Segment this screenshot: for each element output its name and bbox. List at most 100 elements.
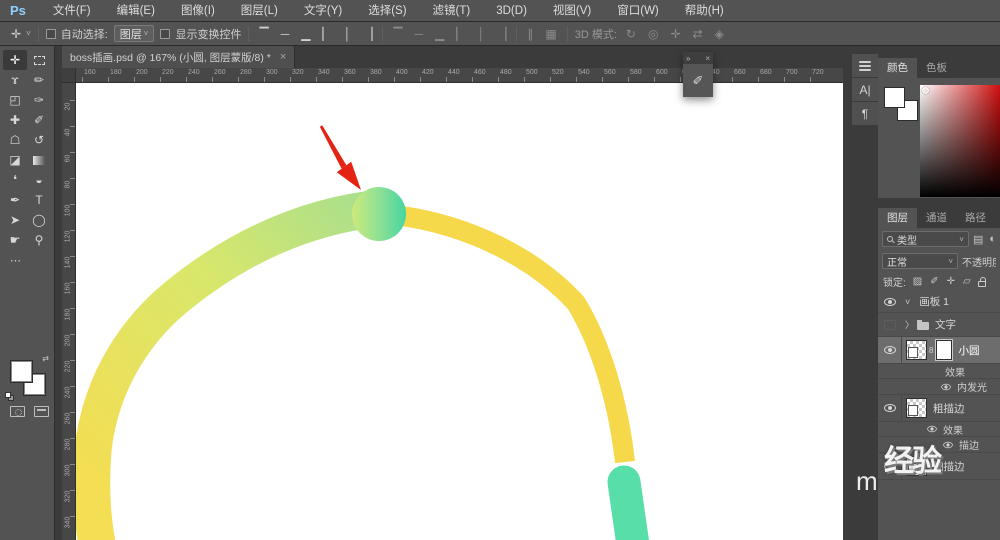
floating-panel[interactable]: » × ✐: [683, 52, 713, 97]
screen-mode-button[interactable]: [34, 406, 49, 417]
distribute-spacing-icon[interactable]: ∥: [524, 27, 536, 41]
lock-image-pixels-icon[interactable]: ✐: [930, 276, 938, 287]
brush-tool-icon[interactable]: ✐: [27, 110, 51, 130]
distribute-horizontal-centers-icon[interactable]: │: [475, 27, 489, 41]
default-colors-icon[interactable]: [5, 392, 15, 402]
close-icon[interactable]: ×: [705, 54, 710, 63]
align-vertical-centers-icon[interactable]: ─: [278, 27, 293, 41]
layers-tab-路径[interactable]: 路径: [956, 208, 995, 228]
chevron-right-icon[interactable]: 〉: [905, 318, 914, 331]
lock-all-icon[interactable]: [977, 276, 986, 287]
align-right-edges-icon[interactable]: ▕: [360, 27, 375, 41]
saturation-brightness-field[interactable]: [920, 85, 1000, 197]
menu-item-选择S[interactable]: 选择(S): [355, 0, 419, 22]
visibility-eye-icon[interactable]: [927, 425, 937, 433]
visibility-eye-icon[interactable]: [883, 404, 896, 412]
visibility-eye-icon[interactable]: [883, 346, 896, 354]
menu-item-窗口W[interactable]: 窗口(W): [604, 0, 672, 22]
tool-preset-caret-icon[interactable]: ˅: [26, 29, 31, 38]
chevron-down-icon[interactable]: ˅: [905, 297, 910, 307]
filter-pixel-layers-icon[interactable]: ▤: [973, 233, 983, 246]
menu-item-视图V[interactable]: 视图(V): [540, 0, 604, 22]
layer-row[interactable]: 〉 文字: [878, 313, 1000, 337]
menu-item-帮助H[interactable]: 帮助(H): [672, 0, 737, 22]
visibility-cell[interactable]: [878, 395, 902, 421]
swap-colors-icon[interactable]: ⇄: [42, 354, 49, 363]
close-icon[interactable]: ×: [280, 51, 286, 63]
menu-item-文字Y[interactable]: 文字(Y): [291, 0, 355, 22]
blur-tool-icon[interactable]: ❛: [3, 170, 27, 190]
distribute-left-edges-icon[interactable]: ▏: [453, 27, 468, 41]
menu-item-3DD[interactable]: 3D(D): [483, 0, 540, 22]
quick-mask-mode-button[interactable]: [10, 406, 25, 417]
visibility-eye-icon[interactable]: [941, 383, 951, 390]
visibility-empty-box[interactable]: [884, 319, 896, 330]
quick-selection-tool-icon[interactable]: ✏: [27, 70, 51, 90]
layer-row[interactable]: 效果: [878, 422, 1000, 437]
visibility-eye-icon[interactable]: [943, 441, 953, 448]
lock-artboard-icon[interactable]: ▱: [963, 276, 971, 287]
layer-row[interactable]: 效果: [878, 364, 1000, 379]
history-brush-tool-icon[interactable]: ↺: [27, 130, 51, 150]
layer-thumbnail[interactable]: [906, 340, 927, 360]
hand-tool-icon[interactable]: ☛: [3, 230, 27, 250]
edit-toolbar-dots-icon[interactable]: ⋯: [10, 254, 54, 267]
canvas-surface[interactable]: [76, 83, 843, 540]
auto-select-dropdown[interactable]: 图层 ˅: [113, 25, 155, 42]
lasso-tool-icon[interactable]: ɤ: [3, 70, 27, 90]
document-tab[interactable]: boss插画.psd @ 167% (小圆, 图层蒙版/8) * ×: [62, 46, 296, 68]
menu-item-文件F[interactable]: 文件(F): [40, 0, 104, 22]
layer-filter-dropdown[interactable]: 类型 ˅: [882, 231, 969, 247]
zoom-tool-icon[interactable]: ⚲: [27, 230, 51, 250]
layer-thumbnail[interactable]: [906, 398, 927, 418]
color-tab-颜色[interactable]: 颜色: [878, 58, 917, 78]
color-tab-色板[interactable]: 色板: [917, 58, 956, 78]
move-tool-icon[interactable]: ✛: [3, 50, 27, 70]
layer-row[interactable]: ˅ 画板 1: [878, 291, 1000, 313]
layers-tab-图层[interactable]: 图层: [878, 208, 917, 228]
visibility-eye-icon[interactable]: [884, 297, 896, 306]
3d-pan-icon[interactable]: ✛: [667, 27, 683, 41]
blend-mode-dropdown[interactable]: 正常 ˅: [882, 253, 958, 269]
panel-color-swatches[interactable]: [882, 85, 920, 125]
color-cursor-icon[interactable]: [922, 87, 929, 94]
move-tool-preset-icon[interactable]: ✛: [8, 27, 24, 41]
collapse-panel-icon[interactable]: »: [686, 54, 690, 63]
menu-item-滤镜T[interactable]: 滤镜(T): [420, 0, 484, 22]
lock-transparent-pixels-icon[interactable]: ▨: [913, 276, 922, 287]
align-left-edges-icon[interactable]: ▏: [319, 27, 334, 41]
path-selection-tool-icon[interactable]: ➤: [3, 210, 27, 230]
auto-align-layers-icon[interactable]: ▦: [542, 27, 559, 41]
foreground-color-swatch[interactable]: [884, 87, 905, 108]
menu-item-图像I[interactable]: 图像(I): [168, 0, 228, 22]
visibility-cell[interactable]: [878, 291, 902, 312]
character-panel-icon[interactable]: A|: [852, 78, 878, 102]
color-panel-icon[interactable]: [852, 54, 878, 78]
foreground-background-swatches[interactable]: ⇄: [5, 354, 49, 401]
lock-position-icon[interactable]: ✛: [947, 276, 955, 287]
dodge-tool-icon[interactable]: ◒: [27, 170, 51, 190]
pen-tool-icon[interactable]: ✒: [3, 190, 27, 210]
ellipse-tool-icon[interactable]: ◯: [27, 210, 51, 230]
crop-tool-icon[interactable]: ◰: [3, 90, 27, 110]
3d-rotate-icon[interactable]: ↻: [623, 27, 639, 41]
layer-row[interactable]: 8 小圆: [878, 337, 1000, 364]
auto-select-checkbox[interactable]: [45, 28, 56, 39]
filter-adjustment-layers-icon[interactable]: ◐: [989, 233, 996, 246]
distribute-right-edges-icon[interactable]: ▕: [494, 27, 509, 41]
3d-roll-icon[interactable]: ◎: [645, 27, 661, 41]
distribute-vertical-centers-icon[interactable]: ─: [412, 27, 427, 41]
align-top-edges-icon[interactable]: ▔: [256, 27, 271, 41]
menu-item-编辑E[interactable]: 编辑(E): [104, 0, 168, 22]
brush-settings-panel-icon[interactable]: ✐: [693, 73, 704, 89]
type-tool-icon[interactable]: T: [27, 190, 51, 210]
3d-slide-icon[interactable]: ⇄: [690, 27, 706, 41]
clone-stamp-tool-icon[interactable]: ☖: [3, 130, 27, 150]
foreground-color-swatch[interactable]: [10, 360, 33, 383]
show-transform-checkbox[interactable]: [160, 28, 171, 39]
align-horizontal-centers-icon[interactable]: │: [341, 27, 355, 41]
layer-row[interactable]: 粗描边: [878, 395, 1000, 422]
visibility-cell[interactable]: [878, 313, 902, 336]
eyedropper-tool-icon[interactable]: ✑: [27, 90, 51, 110]
paragraph-panel-icon[interactable]: ¶: [852, 102, 878, 126]
